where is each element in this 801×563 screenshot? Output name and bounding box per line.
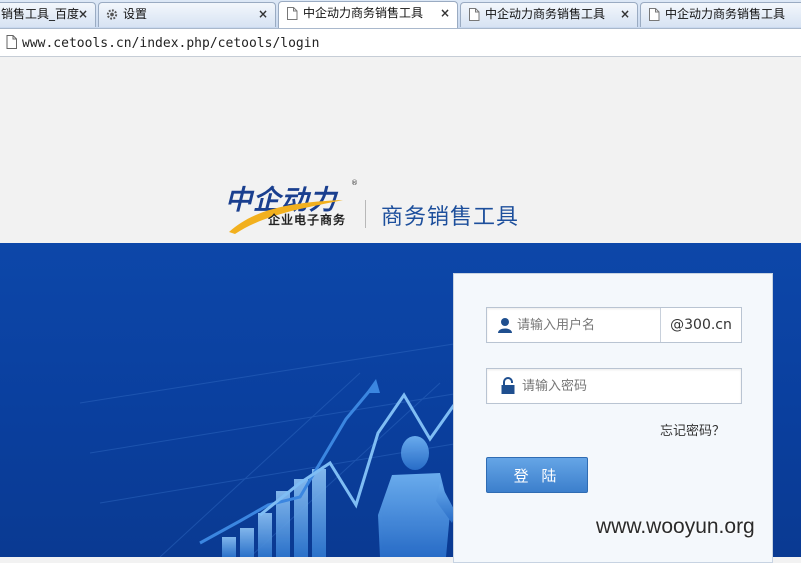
password-input[interactable] bbox=[522, 369, 732, 403]
page-icon bbox=[469, 8, 480, 21]
url-input[interactable] bbox=[22, 33, 782, 53]
logo-divider bbox=[365, 200, 366, 228]
page-icon bbox=[287, 7, 298, 20]
page-title: 商务销售工具 bbox=[381, 205, 520, 230]
watermark-text: www.wooyun.org bbox=[596, 515, 755, 538]
tab-label: 中企动力商务销售工具 bbox=[665, 7, 786, 21]
tab-strip: 销售工具_百度 × 设置 × 中企动力商务销售工具 × 中企动力商务销售工具 ×… bbox=[0, 0, 801, 29]
close-icon[interactable]: × bbox=[440, 2, 450, 24]
password-field bbox=[486, 368, 742, 404]
login-button[interactable]: 登 陆 bbox=[486, 457, 588, 493]
tab-label: 销售工具_百度 bbox=[1, 7, 80, 21]
address-bar bbox=[0, 29, 801, 57]
tab-label: 设置 bbox=[123, 7, 148, 21]
close-icon[interactable]: × bbox=[78, 3, 88, 25]
tab-sales-tool-3[interactable]: 中企动力商务销售工具 bbox=[640, 2, 801, 27]
gear-icon bbox=[106, 9, 118, 20]
domain-suffix: @300.cn bbox=[660, 308, 741, 342]
username-field: @300.cn bbox=[486, 307, 742, 343]
registered-mark: ® bbox=[351, 179, 358, 187]
username-input[interactable] bbox=[517, 308, 657, 342]
tab-sales-tool-2[interactable]: 中企动力商务销售工具 × bbox=[460, 2, 638, 27]
brand-logo: 中企动力 企业电子商务 ® bbox=[225, 178, 365, 236]
tab-active-sales-tool[interactable]: 中企动力商务销售工具 × bbox=[278, 1, 458, 28]
tab-label: 中企动力商务销售工具 bbox=[485, 7, 606, 21]
lock-icon bbox=[501, 377, 515, 394]
page-icon bbox=[6, 35, 17, 49]
page-icon bbox=[649, 8, 660, 21]
tab-label: 中企动力商务销售工具 bbox=[303, 6, 424, 20]
close-icon[interactable]: × bbox=[258, 3, 268, 25]
tab-baidu[interactable]: 销售工具_百度 × bbox=[0, 2, 96, 27]
forgot-password-link[interactable]: 忘记密码？ bbox=[660, 420, 725, 439]
user-icon bbox=[498, 318, 512, 333]
close-icon[interactable]: × bbox=[620, 3, 630, 25]
brand-subtitle: 企业电子商务 bbox=[268, 213, 347, 227]
tab-settings[interactable]: 设置 × bbox=[98, 2, 276, 27]
